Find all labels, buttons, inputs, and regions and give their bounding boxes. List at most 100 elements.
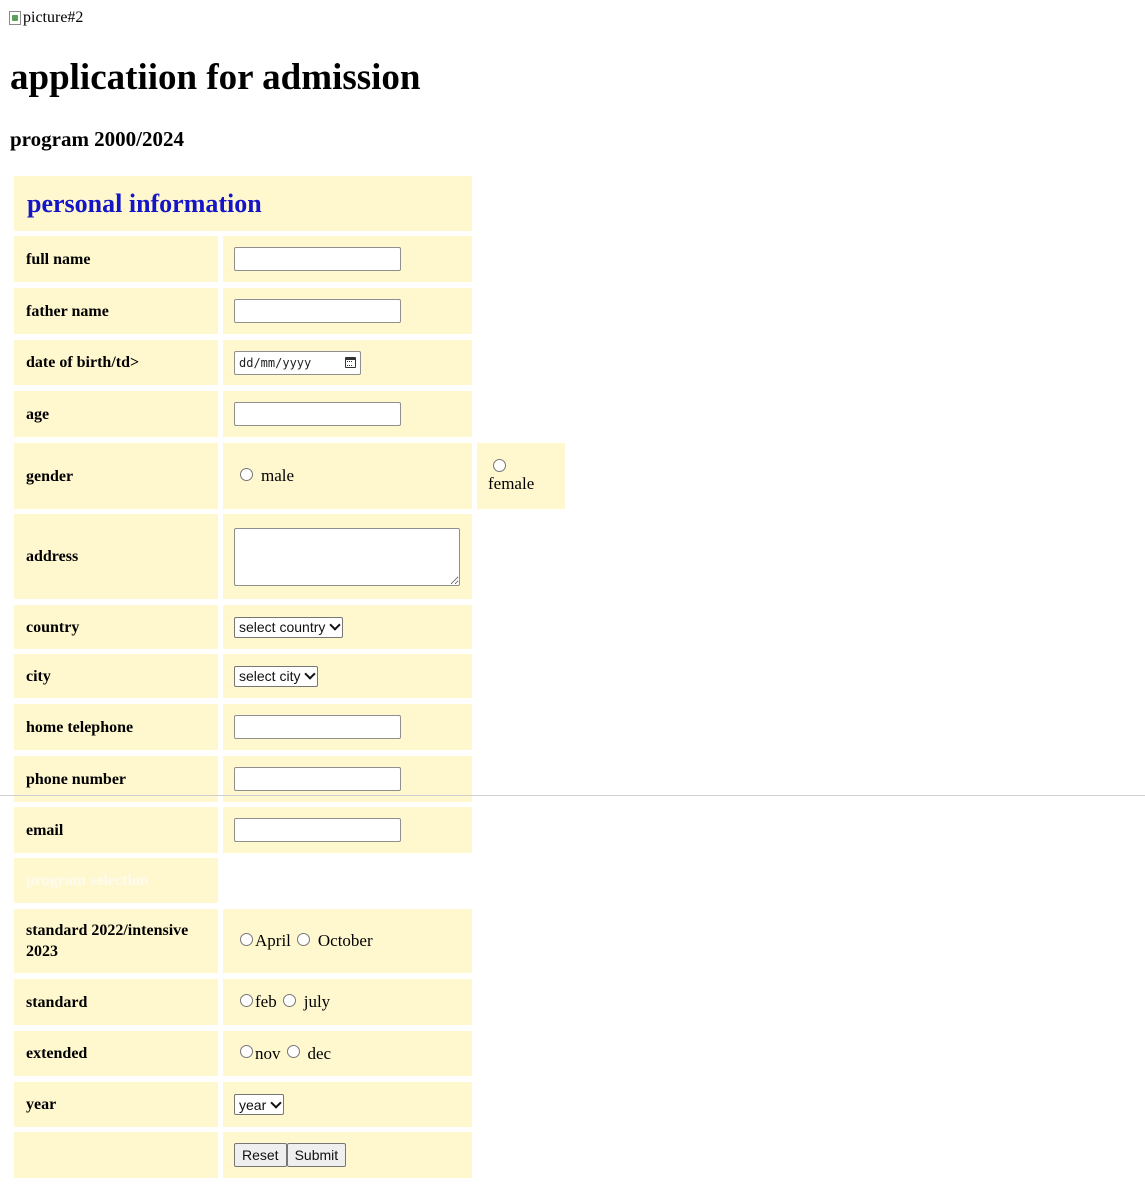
- city-select-value: select city: [239, 668, 301, 684]
- gender-male-radio[interactable]: [240, 467, 253, 481]
- intensive-october-radio[interactable]: [296, 932, 310, 946]
- gender-label-cell: gender: [14, 443, 218, 509]
- divider-line: [0, 795, 1145, 796]
- extended-nov-radio[interactable]: [240, 1045, 253, 1058]
- year-select-cell: year: [223, 1082, 472, 1127]
- father-name-label: father name: [26, 302, 109, 320]
- year-label-cell: year: [14, 1082, 218, 1127]
- extended-dec-label: dec: [307, 1043, 332, 1063]
- age-label-cell: age: [14, 391, 218, 437]
- broken-image-icon: [9, 11, 21, 25]
- year-select-value: year: [239, 1096, 267, 1113]
- city-select-cell: select city: [223, 654, 472, 698]
- standard-july-option[interactable]: july: [282, 992, 331, 1012]
- standard-options-cell: feb july: [223, 979, 472, 1025]
- gender-male-option[interactable]: male: [240, 466, 294, 486]
- address-label-cell: address: [14, 514, 218, 599]
- full-name-input-cell: [223, 236, 472, 282]
- standard-feb-label: feb: [255, 992, 277, 1011]
- address-textarea[interactable]: [234, 527, 460, 586]
- chevron-down-icon: [304, 668, 317, 680]
- dob-input-cell: dd/mm/yyyy: [223, 340, 472, 385]
- standard-july-radio[interactable]: [282, 993, 296, 1007]
- country-select-cell: select country: [223, 605, 472, 649]
- gender-male-cell: male: [223, 443, 472, 509]
- full-name-label-cell: full name: [14, 236, 218, 282]
- city-select[interactable]: select city: [234, 665, 319, 687]
- country-select[interactable]: select country: [234, 616, 344, 638]
- home-telephone-label-cell: home telephone: [14, 704, 218, 750]
- program-selection-header-cell: program selection: [14, 858, 218, 903]
- standard-label: standard: [26, 993, 88, 1011]
- home-telephone-input-cell: [223, 704, 472, 750]
- age-label: age: [26, 405, 50, 423]
- home-telephone-label: home telephone: [26, 718, 134, 736]
- country-label: country: [26, 618, 80, 636]
- buttons-cell: Reset Submit: [223, 1132, 472, 1178]
- intensive-label-cell: standard 2022/intensive 2023: [14, 909, 218, 973]
- chevron-down-icon: [270, 1096, 282, 1109]
- intensive-april-label: April: [255, 931, 291, 950]
- gender-female-radio[interactable]: [493, 458, 506, 472]
- page-subtitle: program 2000/2024: [10, 127, 185, 151]
- chevron-down-icon: [329, 619, 342, 631]
- year-label: year: [26, 1096, 57, 1113]
- broken-image-alt: picture#2: [23, 9, 84, 26]
- extended-dec-radio[interactable]: [286, 1045, 300, 1058]
- standard-july-label: july: [303, 992, 331, 1011]
- submit-button[interactable]: Submit: [286, 1143, 347, 1167]
- intensive-options-cell: April October: [223, 909, 472, 973]
- home-telephone-input[interactable]: [234, 715, 401, 739]
- intensive-label: standard 2022/intensive 2023: [26, 922, 189, 960]
- father-name-label-cell: father name: [14, 288, 218, 334]
- intensive-october-label: October: [317, 931, 373, 950]
- standard-feb-option[interactable]: feb: [240, 992, 277, 1012]
- city-label: city: [26, 667, 51, 685]
- email-label-cell: email: [14, 807, 218, 853]
- email-input-cell: [223, 807, 472, 853]
- extended-label-cell: extended: [14, 1031, 218, 1076]
- age-input-cell: [223, 391, 472, 437]
- phone-number-label: phone number: [26, 770, 127, 788]
- gender-female-cell: female: [477, 443, 565, 509]
- address-input-cell: [223, 514, 472, 599]
- gender-male-label: male: [261, 466, 295, 485]
- email-label: email: [26, 821, 64, 839]
- email-input[interactable]: [234, 818, 401, 842]
- extended-options-cell: nov dec: [223, 1031, 472, 1076]
- dob-placeholder: dd/mm/yyyy: [239, 355, 312, 370]
- country-select-value: select country: [239, 619, 326, 635]
- gender-female-label: female: [488, 473, 535, 493]
- gender-label: gender: [26, 467, 74, 485]
- calendar-icon[interactable]: [345, 357, 356, 368]
- father-name-input[interactable]: [234, 299, 401, 323]
- year-select[interactable]: year: [234, 1094, 285, 1115]
- father-name-input-cell: [223, 288, 472, 334]
- dob-label-cell: date of birth/td>: [14, 340, 218, 385]
- intensive-april-radio[interactable]: [240, 932, 253, 946]
- personal-info-heading: personal information: [27, 188, 262, 218]
- page-title: applicatiion for admission: [10, 57, 421, 98]
- full-name-input[interactable]: [234, 247, 401, 271]
- address-label: address: [26, 548, 79, 565]
- personal-info-header-cell: personal information: [14, 176, 472, 231]
- country-label-cell: country: [14, 605, 218, 649]
- full-name-label: full name: [26, 250, 91, 268]
- extended-label: extended: [26, 1045, 88, 1062]
- city-label-cell: city: [14, 654, 218, 698]
- intensive-april-option[interactable]: April: [240, 931, 291, 951]
- extended-nov-option[interactable]: nov: [240, 1044, 281, 1064]
- reset-button[interactable]: Reset: [234, 1143, 287, 1167]
- dob-label: date of birth/td>: [26, 354, 140, 371]
- standard-label-cell: standard: [14, 979, 218, 1025]
- age-input[interactable]: [234, 402, 401, 426]
- buttons-empty-cell: [14, 1132, 218, 1178]
- dob-input[interactable]: dd/mm/yyyy: [234, 350, 361, 375]
- standard-feb-radio[interactable]: [240, 993, 253, 1007]
- program-selection-heading: program selection: [26, 871, 149, 889]
- extended-dec-option[interactable]: dec: [286, 1043, 332, 1064]
- extended-nov-label: nov: [255, 1043, 281, 1063]
- phone-number-input[interactable]: [234, 767, 401, 791]
- broken-image: picture#2: [9, 8, 83, 28]
- intensive-october-option[interactable]: October: [296, 931, 373, 951]
